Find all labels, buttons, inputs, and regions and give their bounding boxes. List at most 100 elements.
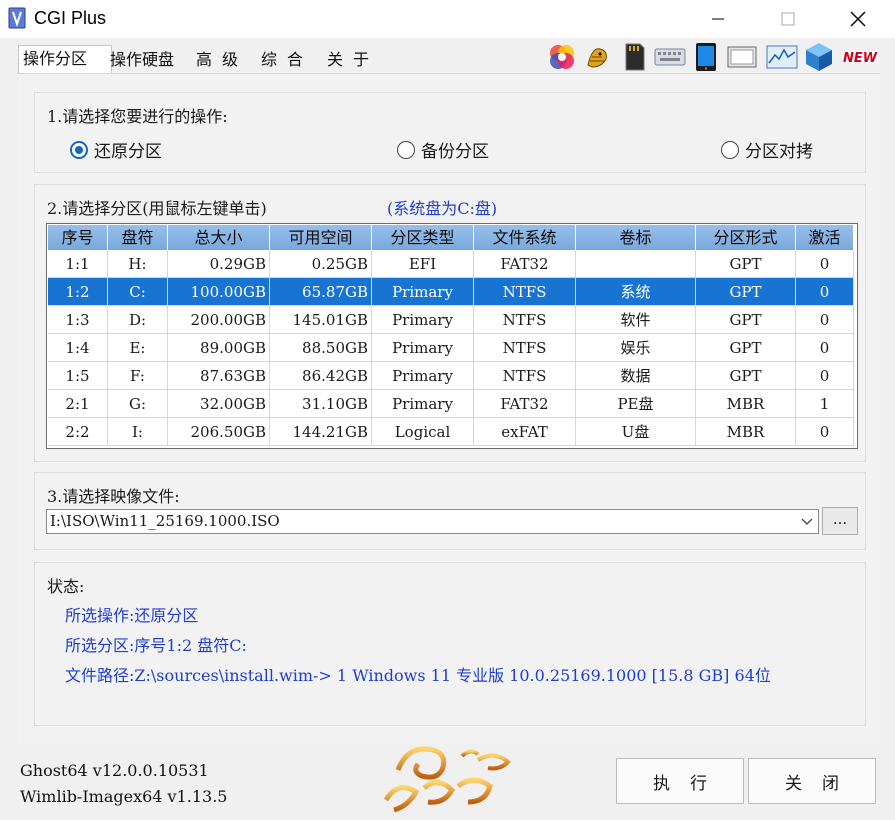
status-file-path: 文件路径:Z:\sources\install.wim-> 1 Windows … (65, 666, 771, 685)
table-header: 序号 盘符 总大小 可用空间 分区类型 文件系统 卷标 分区形式 激活 (48, 225, 854, 250)
table-cell: 0.25GB (270, 250, 372, 278)
table-cell: exFAT (474, 418, 576, 446)
col-header[interactable]: 分区类型 (372, 225, 474, 250)
maximize-button[interactable] (765, 0, 811, 38)
tab-general[interactable]: 综合 (257, 47, 317, 73)
table-cell: 0.29GB (168, 250, 270, 278)
new-badge-icon[interactable]: NEW (840, 41, 880, 73)
wimlib-version: Wimlib-Imagex64 v1.13.5 (20, 787, 228, 806)
table-cell: Logical (372, 418, 474, 446)
table-cell: 0 (796, 334, 854, 362)
monitor-icon[interactable] (726, 41, 758, 73)
app-icon (7, 7, 27, 29)
table-row[interactable]: 1:2 C: 100.00GB 65.87GB Primary NTFS 系统 GPT 0 (48, 278, 854, 306)
svg-text:NEW: NEW (843, 51, 878, 66)
close-window-button[interactable] (835, 0, 881, 38)
table-cell: 0 (796, 250, 854, 278)
status-operation: 所选操作:还原分区 (65, 606, 199, 625)
radio-backup-dot[interactable] (397, 140, 415, 159)
step3-label: 3.请选择映像文件: (47, 487, 180, 506)
tab-about[interactable]: 关于 (323, 47, 383, 73)
col-header[interactable]: 盘符 (108, 225, 168, 250)
minimize-button[interactable] (695, 0, 741, 38)
ghost-version: Ghost64 v12.0.0.10531 (20, 761, 209, 780)
table-cell: G: (108, 390, 168, 418)
table-cell: 144.21GB (270, 418, 372, 446)
table-cell: 数据 (576, 362, 696, 390)
table-row[interactable]: 2:1 G: 32.00GB 31.10GB Primary FAT32 PE盘 MBR 1 (48, 390, 854, 418)
table-cell: 1:1 (48, 250, 108, 278)
table-cell: 1:2 (48, 278, 108, 306)
radio-backup[interactable]: 备份分区 (397, 137, 489, 162)
table-cell: GPT (696, 278, 796, 306)
col-header[interactable]: 可用空间 (270, 225, 372, 250)
table-cell: Primary (372, 390, 474, 418)
table-row[interactable]: 2:2 I: 206.50GB 144.21GB Logical exFAT U盘 MBR 0 (48, 418, 854, 446)
tiger-icon[interactable] (582, 41, 614, 73)
status-partition: 所选分区:序号1:2 盘符C: (65, 636, 247, 655)
table-cell: 145.01GB (270, 306, 372, 334)
close-button[interactable]: 关闭 (748, 758, 876, 804)
chevron-down-icon[interactable] (796, 510, 818, 533)
sd-card-icon[interactable] (618, 41, 650, 73)
col-header[interactable]: 文件系统 (474, 225, 576, 250)
table-cell: PE盘 (576, 390, 696, 418)
table-cell: MBR (696, 418, 796, 446)
table-cell (576, 250, 696, 278)
table-cell: U盘 (576, 418, 696, 446)
keyboard-icon[interactable] (654, 41, 686, 73)
table-cell: E: (108, 334, 168, 362)
table-cell: 200.00GB (168, 306, 270, 334)
tab-disk[interactable]: 操作硬盘 (106, 47, 178, 73)
table-cell: MBR (696, 390, 796, 418)
tab-advanced[interactable]: 高级 (192, 47, 252, 73)
table-cell: 206.50GB (168, 418, 270, 446)
radio-restore-label: 还原分区 (94, 142, 162, 162)
system-drive-note: (系统盘为C:盘) (387, 199, 498, 218)
radio-copy[interactable]: 分区对拷 (721, 137, 813, 162)
table-cell: 0 (796, 362, 854, 390)
table-row[interactable]: 1:1 H: 0.29GB 0.25GB EFI FAT32 GPT 0 (48, 250, 854, 278)
tablet-icon[interactable] (690, 41, 722, 73)
table-cell: GPT (696, 306, 796, 334)
table-cell: 0 (796, 278, 854, 306)
col-header[interactable]: 激活 (796, 225, 854, 250)
table-cell: 32.00GB (168, 390, 270, 418)
col-header[interactable]: 序号 (48, 225, 108, 250)
table-cell: 1:4 (48, 334, 108, 362)
cube-icon[interactable] (803, 41, 835, 73)
radio-restore-dot[interactable] (70, 140, 88, 159)
table-cell: 2:2 (48, 418, 108, 446)
table-cell: EFI (372, 250, 474, 278)
col-header[interactable]: 分区形式 (696, 225, 796, 250)
table-cell: D: (108, 306, 168, 334)
table-cell: 0 (796, 306, 854, 334)
tab-partition[interactable]: 操作分区 (18, 45, 112, 74)
table-cell: 娱乐 (576, 334, 696, 362)
table-cell: FAT32 (474, 390, 576, 418)
table-cell: 88.50GB (270, 334, 372, 362)
table-cell: C: (108, 278, 168, 306)
radio-backup-label: 备份分区 (421, 142, 489, 162)
col-header[interactable]: 总大小 (168, 225, 270, 250)
performance-chart-icon[interactable] (766, 41, 798, 73)
table-cell: 100.00GB (168, 278, 270, 306)
table-cell: 65.87GB (270, 278, 372, 306)
table-cell: 软件 (576, 306, 696, 334)
image-path-combobox[interactable]: I:\ISO\Win11_25169.1000.ISO (46, 509, 819, 534)
table-row[interactable]: 1:5 F: 87.63GB 86.42GB Primary NTFS 数据 GPT 0 (48, 362, 854, 390)
table-cell: NTFS (474, 278, 576, 306)
radio-restore[interactable]: 还原分区 (70, 137, 162, 162)
table-cell: NTFS (474, 306, 576, 334)
col-header[interactable]: 卷标 (576, 225, 696, 250)
table-cell: 86.42GB (270, 362, 372, 390)
table-row[interactable]: 1:3 D: 200.00GB 145.01GB Primary NTFS 软件 GPT 0 (48, 306, 854, 334)
execute-button[interactable]: 执行 (616, 758, 744, 804)
table-row[interactable]: 1:4 E: 89.00GB 88.50GB Primary NTFS 娱乐 GPT 0 (48, 334, 854, 362)
partition-table[interactable]: 序号 盘符 总大小 可用空间 分区类型 文件系统 卷标 分区形式 激活 1:1 H… (46, 223, 858, 449)
color-wheel-icon[interactable] (546, 41, 578, 73)
table-cell: Primary (372, 306, 474, 334)
table-cell: H: (108, 250, 168, 278)
browse-button[interactable]: ... (822, 507, 858, 535)
radio-copy-dot[interactable] (721, 140, 739, 159)
